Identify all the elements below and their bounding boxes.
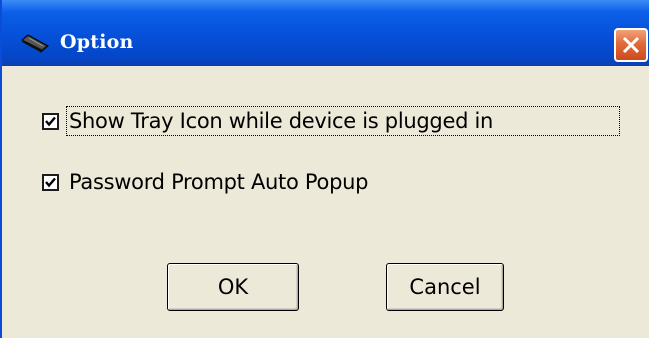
close-icon (622, 36, 640, 54)
device-icon (20, 32, 50, 54)
title-bar[interactable]: Option (2, 0, 649, 66)
checkbox-label: Show Tray Icon while device is plugged i… (69, 109, 494, 133)
close-button[interactable] (614, 28, 648, 62)
option-dialog: Option Show Tray Icon while device is pl… (0, 0, 649, 338)
checkbox-box[interactable] (42, 113, 59, 130)
checkbox-box[interactable] (42, 174, 59, 191)
checkbox-label: Password Prompt Auto Popup (69, 170, 369, 194)
check-icon (45, 177, 56, 188)
check-icon (45, 116, 56, 127)
dialog-body: Show Tray Icon while device is plugged i… (2, 66, 649, 338)
window-title: Option (60, 31, 134, 53)
ok-button[interactable]: OK (167, 263, 299, 311)
cancel-button[interactable]: Cancel (386, 263, 504, 311)
